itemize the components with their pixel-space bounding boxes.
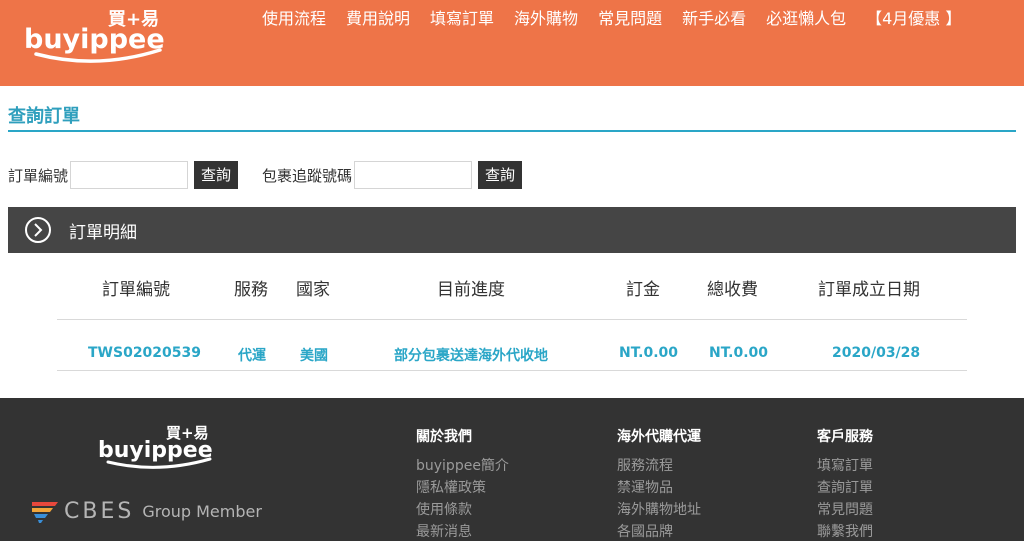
column-header-country: 國家 [296,280,330,300]
footer-column-overseas: 海外代購代運 服務流程 禁運物品 海外購物地址 各國品牌 [617,426,701,543]
footer-link[interactable]: 常見問題 [817,499,873,521]
title-divider [8,130,1016,132]
column-header-order-date: 訂單成立日期 [818,280,920,300]
footer-link[interactable]: 隱私權政策 [416,477,509,499]
footer-link[interactable]: 海外購物地址 [617,499,701,521]
cell-order-date: 2020/03/28 [832,345,921,361]
column-header-progress: 目前進度 [437,280,505,300]
footer-buyippee-logo[interactable]: 買+易 buyippee [96,422,220,472]
cbes-name: CBES [64,498,135,524]
footer-link[interactable]: 各國品牌 [617,521,701,543]
order-number-input[interactable] [70,161,189,189]
cbes-group-badge: CBES Group Member [30,498,262,524]
table-header-row: 訂單編號 服務 國家 目前進度 訂金 總收費 訂單成立日期 [57,262,967,318]
chevron-right-circle-icon [25,217,51,243]
column-header-total: 總收費 [707,280,758,300]
row-divider [57,319,967,320]
footer-logo-brand-text: buyippee [98,438,213,463]
page-title: 查詢訂單 [8,106,80,127]
tracking-search-button[interactable]: 查詢 [478,161,523,189]
tracking-number-label: 包裹追蹤號碼 [262,166,353,185]
footer-column-about: 關於我們 buyippee簡介 隱私權政策 使用條款 最新消息 [416,426,509,543]
row-divider [57,370,967,371]
cell-deposit: NT.0.00 [619,345,679,361]
nav-item-overseas-shopping[interactable]: 海外購物 [514,8,578,30]
cbes-stripes-icon [32,502,58,523]
nav-item-order-form[interactable]: 填寫訂單 [430,8,494,30]
logo-brand-text: buyippee [24,24,165,55]
site-header: 買+易 buyippee 使用流程 費用說明 填寫訂單 海外購物 常見問題 新手… [0,0,1024,86]
footer-column-title: 海外代購代運 [617,429,701,445]
nav-item-fees[interactable]: 費用說明 [346,8,410,30]
order-number-label: 訂單編號 [8,166,69,185]
site-footer: 買+易 buyippee CBES Group Member 關於我們 buyi… [0,398,1024,541]
order-details-bar[interactable]: 訂單明細 [8,207,1016,253]
nav-item-faq[interactable]: 常見問題 [598,8,662,30]
footer-column-title: 關於我們 [416,429,472,445]
section-title: 訂單明細 [69,222,137,243]
nav-item-beginners[interactable]: 新手必看 [682,8,746,30]
nav-item-april-promo[interactable]: 【4月優惠 】 [866,8,961,30]
footer-link[interactable]: 填寫訂單 [817,455,873,477]
footer-link[interactable]: 最新消息 [416,521,509,543]
footer-column-service: 客戶服務 填寫訂單 查詢訂單 常見問題 聯繫我們 [817,426,873,543]
column-header-deposit: 訂金 [626,280,660,300]
column-header-service: 服務 [234,280,268,300]
tracking-number-input[interactable] [354,161,473,189]
buyippee-logo[interactable]: 買+易 buyippee [22,4,172,68]
nav-item-process[interactable]: 使用流程 [262,8,326,30]
cell-progress: 部分包裹送達海外代收地 [394,348,548,364]
cell-country: 美國 [300,348,328,364]
footer-link[interactable]: 聯繫我們 [817,521,873,543]
cell-total: NT.0.00 [709,345,769,361]
footer-link[interactable]: 禁運物品 [617,477,701,499]
nav-item-guide[interactable]: 必逛懶人包 [766,8,846,30]
footer-link[interactable]: 查詢訂單 [817,477,873,499]
cell-service: 代運 [238,348,266,364]
footer-column-title: 客戶服務 [817,429,873,445]
footer-link[interactable]: 服務流程 [617,455,701,477]
search-row: 訂單編號 查詢 包裹追蹤號碼 查詢 [8,160,523,190]
column-header-order-number: 訂單編號 [102,280,170,300]
cell-order-number[interactable]: TWS02020539 [88,345,201,361]
footer-link[interactable]: buyippee簡介 [416,455,509,477]
cbes-suffix: Group Member [142,501,262,521]
footer-link[interactable]: 使用條款 [416,499,509,521]
main-nav: 使用流程 費用說明 填寫訂單 海外購物 常見問題 新手必看 必逛懶人包 【4月優… [262,8,961,30]
order-search-button[interactable]: 查詢 [194,161,239,189]
order-table: 訂單編號 服務 國家 目前進度 訂金 總收費 訂單成立日期 TWS0202053… [57,262,967,371]
table-row[interactable]: TWS02020539 代運 美國 部分包裹送達海外代收地 NT.0.00 NT… [57,326,967,376]
